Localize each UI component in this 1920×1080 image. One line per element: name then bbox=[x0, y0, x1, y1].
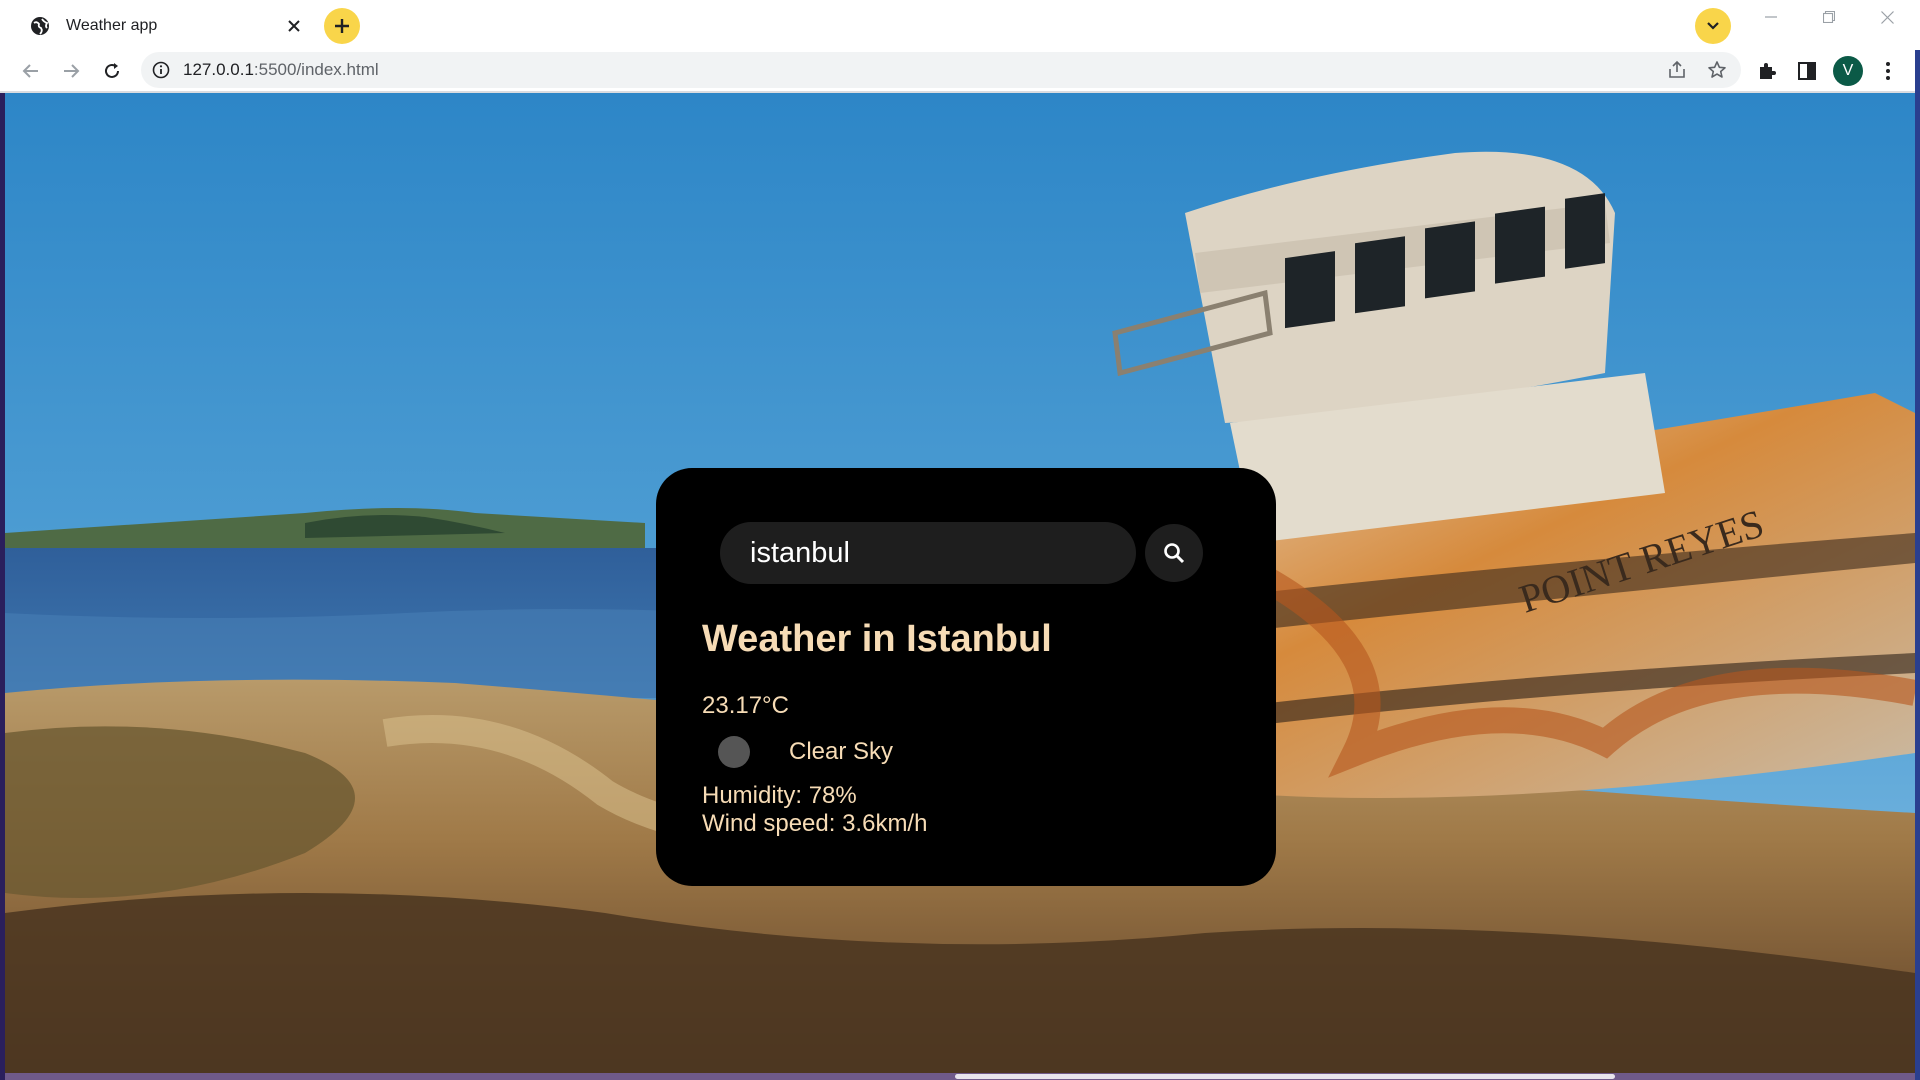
page-viewport: POINT REYES Weather in Istanbul 23.17°C … bbox=[5, 93, 1915, 1075]
wind-speed: Wind speed: 3.6km/h bbox=[702, 810, 928, 837]
humidity: Humidity: 78% bbox=[702, 782, 857, 809]
menu-kebab-icon[interactable] bbox=[1871, 54, 1905, 88]
address-bar[interactable]: 127.0.0.1:5500/index.html bbox=[141, 52, 1741, 88]
search-icon bbox=[1164, 543, 1185, 564]
weather-icon bbox=[718, 736, 750, 768]
chevron-down-icon bbox=[1707, 22, 1719, 30]
new-tab-button[interactable] bbox=[324, 8, 360, 44]
browser-toolbar: 127.0.0.1:5500/index.html V bbox=[0, 50, 1920, 92]
reload-button[interactable] bbox=[95, 54, 129, 88]
search-button[interactable] bbox=[1145, 524, 1203, 582]
info-icon[interactable] bbox=[151, 60, 171, 80]
browser-tab-bar: Weather app bbox=[0, 0, 1920, 50]
url-path: :5500/index.html bbox=[253, 60, 379, 79]
share-icon[interactable] bbox=[1665, 58, 1689, 82]
bookmark-star-icon[interactable] bbox=[1705, 58, 1729, 82]
browser-tab[interactable]: Weather app bbox=[16, 6, 314, 46]
extensions-puzzle-icon[interactable] bbox=[1750, 54, 1784, 88]
url-host: 127.0.0.1 bbox=[183, 60, 254, 79]
temperature: 23.17°C bbox=[702, 692, 789, 719]
reload-icon bbox=[105, 63, 119, 78]
minimize-button[interactable] bbox=[1742, 0, 1800, 34]
forward-button[interactable] bbox=[54, 54, 88, 88]
search-input[interactable] bbox=[720, 522, 1136, 584]
close-window-button[interactable] bbox=[1858, 0, 1916, 34]
window-edge-right bbox=[1915, 50, 1920, 1080]
weather-description: Clear Sky bbox=[789, 738, 894, 765]
arrow-left-icon bbox=[22, 64, 38, 78]
horizontal-scrollbar-thumb[interactable] bbox=[955, 1074, 1615, 1079]
side-panel-icon[interactable] bbox=[1790, 54, 1824, 88]
close-tab-icon[interactable] bbox=[282, 14, 306, 38]
plus-icon bbox=[335, 19, 349, 33]
url-text: 127.0.0.1:5500/index.html bbox=[183, 60, 379, 80]
back-button[interactable] bbox=[14, 54, 48, 88]
weather-card: Weather in Istanbul 23.17°C Clear Sky Hu… bbox=[656, 468, 1276, 886]
weather-condition: Clear Sky bbox=[718, 734, 893, 770]
globe-icon bbox=[30, 16, 50, 36]
arrow-right-icon bbox=[64, 64, 80, 78]
city-title: Weather in Istanbul bbox=[702, 618, 1052, 660]
restore-button[interactable] bbox=[1800, 0, 1858, 34]
tab-title: Weather app bbox=[66, 17, 158, 34]
tab-search-button[interactable] bbox=[1695, 8, 1731, 44]
profile-avatar[interactable]: V bbox=[1833, 56, 1863, 86]
